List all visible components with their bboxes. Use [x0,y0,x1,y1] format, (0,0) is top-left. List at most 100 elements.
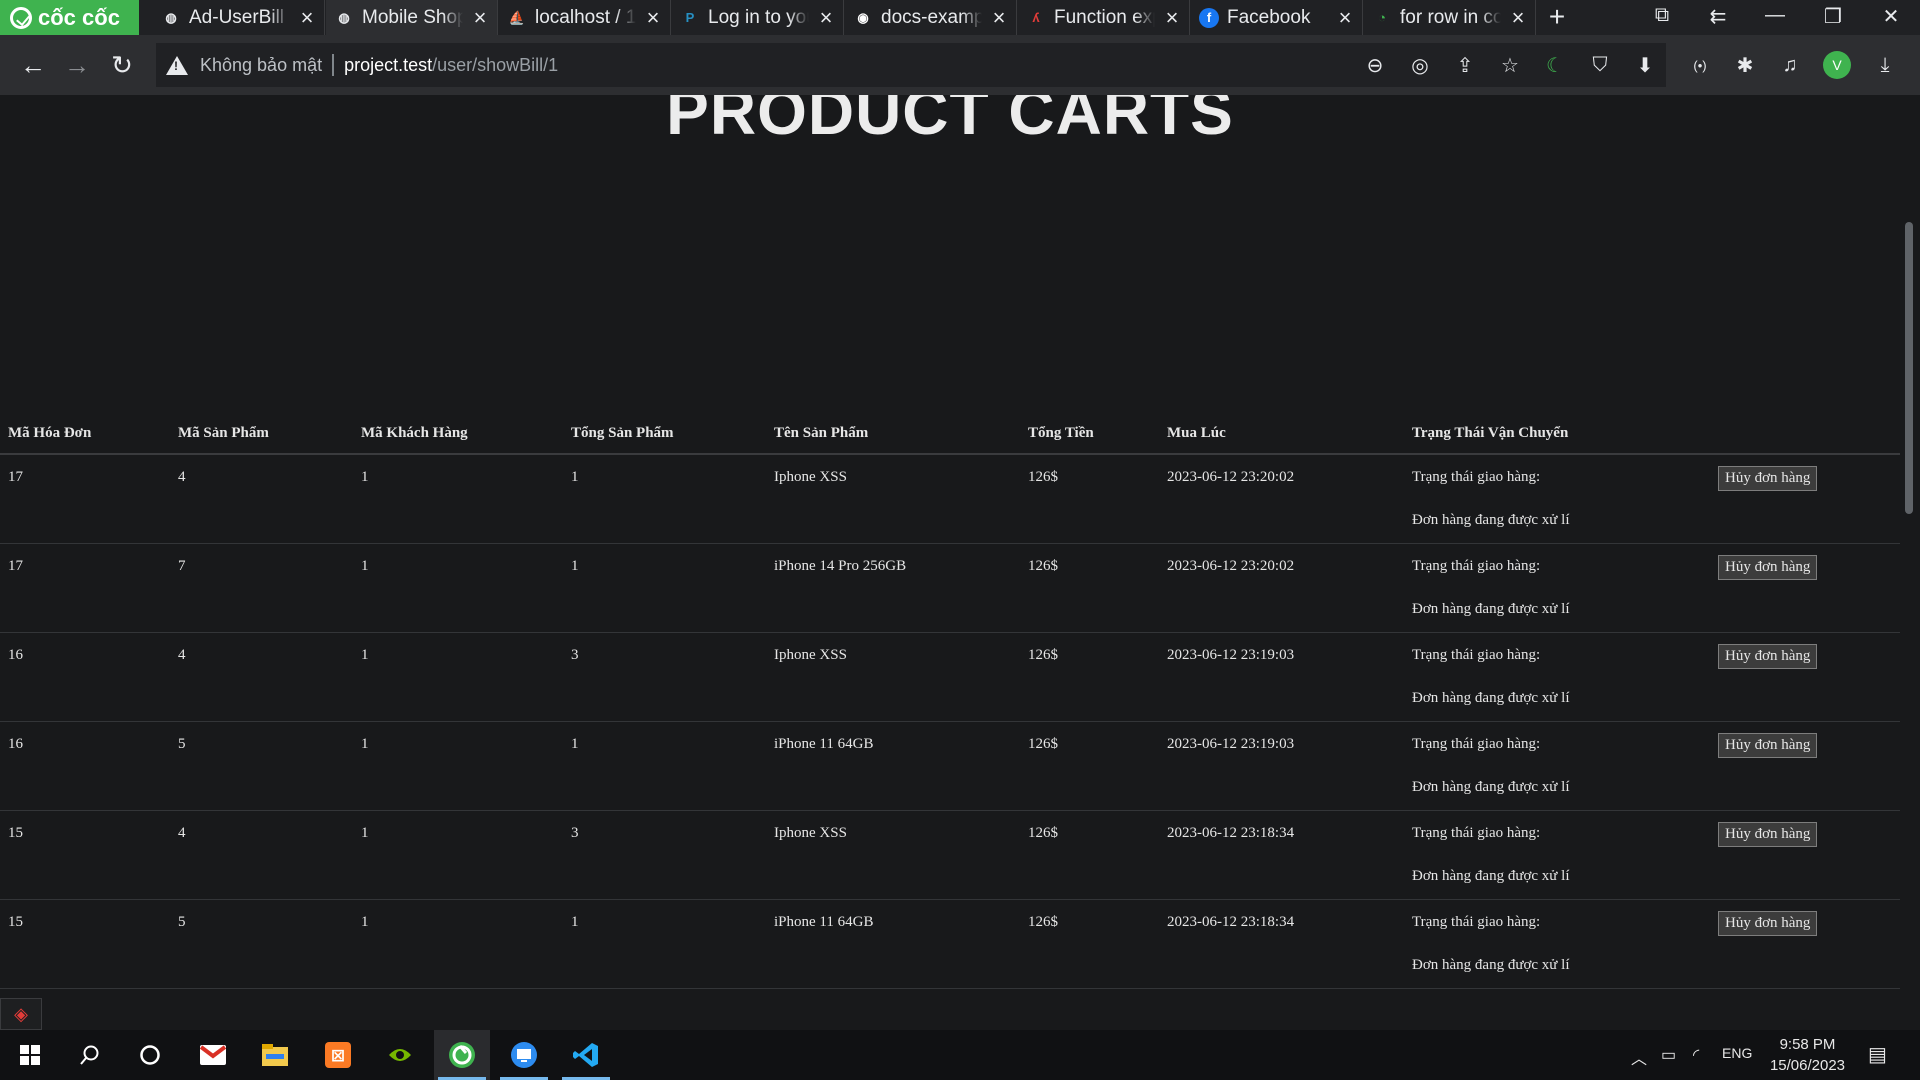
cell-actions: Hủy đơn hàng [1702,543,1900,633]
paypal-icon: P [685,10,695,25]
battery-icon[interactable]: ▭ [1661,1045,1676,1065]
close-icon[interactable]: × [1336,6,1354,28]
restore-button[interactable]: ❐ [1818,4,1848,29]
wifi-icon[interactable]: ◜ [1693,1045,1699,1065]
laravel-debugbar-icon[interactable]: ◈ [0,998,42,1030]
coccoc-logo[interactable]: cốc cốc [0,0,139,35]
browser-tab[interactable]: ◍ Mobile Shop × [326,0,498,35]
back-forward-cache-icon[interactable]: ⇇ [1703,4,1733,29]
cancel-order-button[interactable]: Hủy đơn hàng [1718,554,1818,580]
close-icon[interactable]: × [817,6,835,28]
tab-title: localhost / 1. [535,6,636,28]
share-icon[interactable]: ⇪ [1452,52,1478,78]
cell-product-name: iPhone 11 64GB [766,899,1020,989]
extensions-icon[interactable]: ✱ [1732,52,1758,78]
cancel-order-button[interactable]: Hủy đơn hàng [1718,466,1818,491]
status-label: Trạng thái giao hàng: [1412,557,1541,574]
page-title: PRODUCT CARTS [666,95,1234,148]
close-window-button[interactable]: ✕ [1876,4,1906,29]
coccoc-icon[interactable] [434,1030,490,1080]
media-control-icon[interactable]: ♫ [1777,52,1803,78]
windows-start-icon[interactable] [2,1030,58,1080]
cell-product-name: Iphone XSS [766,810,1020,900]
bookmark-star-icon[interactable]: ☆ [1497,52,1523,78]
cell-product-name: Iphone XSS [766,454,1020,544]
status-value: Đơn hàng đang được xử lí [1412,600,1570,617]
input-language-indicator[interactable]: ENG [1722,1045,1752,1061]
browser-tab[interactable]: ◔ for row in co × [1364,0,1536,35]
browser-tab[interactable]: ⛵ localhost / 1. × [499,0,671,35]
remote-desktop-icon[interactable] [496,1030,552,1080]
browser-tab[interactable]: f Facebook × [1191,0,1363,35]
cell-bought-at: 2023-06-12 23:18:34 [1159,810,1404,900]
system-clock[interactable]: 9:58 PM 15/06/2023 [1760,1034,1855,1076]
svg-text:⊠: ⊠ [331,1046,345,1066]
cell-quantity: 1 [563,543,766,633]
file-explorer-icon[interactable] [247,1030,303,1080]
reload-button[interactable]: ↻ [105,48,139,82]
browser-tab[interactable]: ◉ docs-exampl × [845,0,1017,35]
close-icon[interactable]: × [1163,6,1181,28]
coccoc-leaf-icon [10,6,32,29]
nvidia-icon[interactable] [372,1030,428,1080]
security-label[interactable]: Không bảo mật [200,54,335,76]
phpmyadmin-icon: ⛵ [508,9,526,25]
new-tab-button[interactable]: + [1542,1,1572,33]
cell-product-id: 4 [170,632,353,722]
hide-eye-icon[interactable]: ◎ [1407,52,1433,78]
tab-search-icon[interactable]: ⧉ [1647,4,1677,27]
cell-actions: Hủy đơn hàng [1702,899,1900,989]
close-icon[interactable]: × [644,6,662,28]
cast-icon[interactable]: (•) [1687,52,1713,78]
close-icon[interactable]: × [1509,6,1527,28]
zoom-out-icon[interactable]: ⊖ [1362,52,1388,78]
minimize-button[interactable]: — [1760,4,1790,27]
close-icon[interactable]: × [990,6,1008,28]
cortana-icon[interactable] [122,1030,178,1080]
cell-total: 126$ [1020,810,1159,900]
cancel-order-button[interactable]: Hủy đơn hàng [1718,910,1818,936]
vscode-icon[interactable] [558,1030,614,1080]
cell-total: 126$ [1020,543,1159,633]
close-icon[interactable]: × [471,6,489,28]
dark-mode-moon-icon[interactable]: ☾ [1542,52,1568,78]
close-icon[interactable]: × [298,6,316,28]
gmail-icon[interactable] [185,1030,241,1080]
search-icon[interactable] [62,1030,118,1080]
cell-bill-id: 17 [0,543,170,633]
download-video-icon[interactable]: ⬇ [1632,52,1658,78]
cell-bought-at: 2023-06-12 23:19:03 [1159,721,1404,811]
cancel-order-button[interactable]: Hủy đơn hàng [1718,732,1818,758]
browser-tab[interactable]: P Log in to you × [672,0,844,35]
adblock-shield-icon[interactable]: ⛉ [1587,52,1613,78]
column-header: Tên Sản Phẩm [766,413,1020,455]
tab-title: Ad-UserBill [189,6,285,28]
show-hidden-icons-chevron[interactable]: ︿ [1631,1045,1647,1069]
cell-product-id: 4 [170,810,353,900]
browser-tab[interactable]: ◍ Ad-UserBill × [153,0,325,35]
xampp-icon[interactable]: ⊠ [310,1030,366,1080]
table-row: 16 4 1 3 Iphone XSS 126$ 2023-06-12 23:19:03 Tr… [0,632,1900,722]
cancel-order-button[interactable]: Hủy đơn hàng [1718,821,1818,847]
laravel-icon: ʎ [1032,10,1040,25]
page-scrollbar-thumb[interactable] [1905,222,1913,514]
cancel-order-button[interactable]: Hủy đơn hàng [1718,643,1818,669]
browser-tab[interactable]: ʎ Function exp × [1018,0,1190,35]
cell-bought-at: 2023-06-12 23:20:02 [1159,543,1404,633]
cell-total: 126$ [1020,721,1159,811]
forward-button[interactable]: → [60,48,94,82]
cell-quantity: 1 [563,721,766,811]
status-label: Trạng thái giao hàng: [1412,646,1541,663]
cell-bill-id: 17 [0,454,170,544]
back-button[interactable]: ← [16,48,50,82]
status-value: Đơn hàng đang được xử lí [1412,778,1570,795]
address-bar[interactable]: Không bảo mật project.test/user/showBill… [156,43,1666,87]
not-secure-warning-icon[interactable] [166,55,188,75]
tab-title: Mobile Shop [362,6,463,28]
profile-avatar[interactable]: V [1823,51,1851,79]
downloads-icon[interactable]: ⤓ [1872,52,1898,78]
url-text[interactable]: project.test/user/showBill/1 [344,55,558,76]
cell-bought-at: 2023-06-12 23:19:03 [1159,632,1404,722]
cell-actions: Hủy đơn hàng [1702,632,1900,722]
notification-center-icon[interactable]: ▤ [1868,1042,1887,1067]
